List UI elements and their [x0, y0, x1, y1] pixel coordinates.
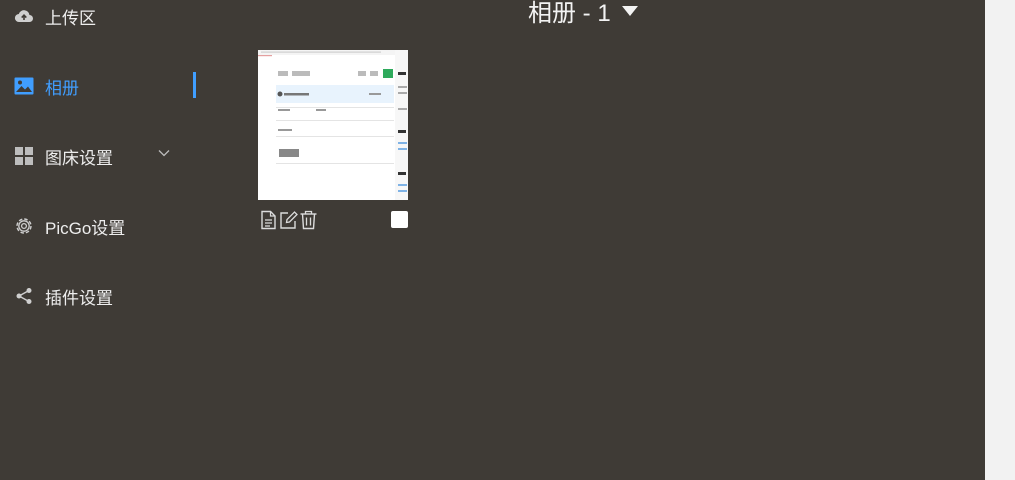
- image-icon: [14, 76, 34, 96]
- app-window: 上传区 相册 图床设置 PicGo设置 插件设置 相册 - 1: [0, 0, 985, 480]
- sidebar-item-picgo-settings[interactable]: PicGo设置: [0, 206, 200, 246]
- sidebar: 上传区 相册 图床设置 PicGo设置 插件设置: [0, 0, 210, 480]
- sidebar-item-label: 插件设置: [45, 288, 113, 308]
- screenshot-thumbnail: [258, 50, 408, 200]
- sidebar-item-label: 上传区: [45, 8, 96, 28]
- gallery-title-text: 相册 - 1: [528, 0, 611, 27]
- sidebar-item-gallery[interactable]: 相册: [0, 66, 200, 106]
- sidebar-item-label: 图床设置: [45, 148, 113, 168]
- grid-icon: [14, 146, 34, 166]
- select-checkbox[interactable]: [391, 211, 408, 228]
- caret-down-icon: [621, 6, 638, 16]
- delete-icon[interactable]: [299, 210, 318, 230]
- chevron-down-icon[interactable]: [157, 146, 171, 160]
- active-indicator: [193, 72, 196, 98]
- sidebar-item-plugin-settings[interactable]: 插件设置: [0, 276, 200, 316]
- cloud-upload-icon: [14, 6, 34, 26]
- copy-link-icon[interactable]: [259, 210, 278, 230]
- sidebar-item-label: 相册: [45, 78, 79, 98]
- gallery-title[interactable]: 相册 - 1: [528, 0, 638, 27]
- edit-icon[interactable]: [279, 210, 298, 230]
- window-edge: [985, 0, 1015, 480]
- sidebar-item-label: PicGo设置: [45, 218, 126, 238]
- image-thumbnail[interactable]: [258, 50, 408, 200]
- gear-icon: [14, 216, 34, 236]
- share-icon: [14, 286, 34, 306]
- sidebar-item-upload[interactable]: 上传区: [0, 0, 200, 36]
